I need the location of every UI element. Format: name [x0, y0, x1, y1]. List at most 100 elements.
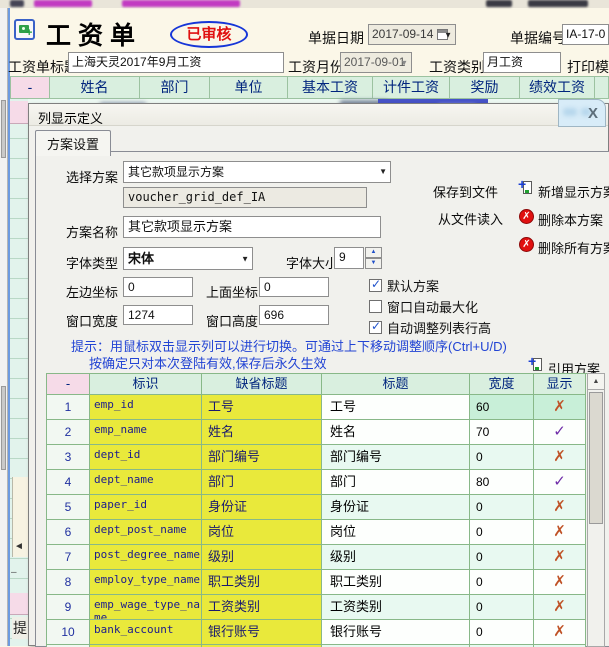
- column-table-row[interactable]: 2emp_name姓名姓名70✓: [47, 420, 587, 445]
- delete-all-schemes-button[interactable]: 删除所有方案: [538, 238, 609, 257]
- delete-scheme-button[interactable]: 删除本方案: [538, 210, 603, 229]
- column-table-row[interactable]: 10bank_account银行账号银行账号0✗: [47, 620, 587, 645]
- default-title-cell[interactable]: 银行账号: [202, 620, 322, 645]
- delete-scheme-icon[interactable]: ✗: [519, 209, 534, 224]
- ref-scheme-icon[interactable]: +: [529, 357, 544, 372]
- show-cross-icon[interactable]: ✗: [534, 445, 586, 470]
- show-cross-icon[interactable]: ✗: [534, 495, 586, 520]
- read-from-file-button[interactable]: 从文件读入: [438, 209, 503, 228]
- width-cell[interactable]: 0: [470, 595, 534, 620]
- title-cell[interactable]: 部门编号: [322, 445, 470, 470]
- show-cross-icon[interactable]: ✗: [534, 620, 586, 645]
- field-id-cell[interactable]: emp_name: [90, 420, 202, 445]
- scrollbar-thumb[interactable]: [1, 100, 6, 158]
- title-cell[interactable]: 工资类别: [322, 595, 470, 620]
- field-id-cell[interactable]: employ_type_name: [90, 570, 202, 595]
- field-id-cell[interactable]: dept_post_name: [90, 520, 202, 545]
- title-cell[interactable]: 岗位: [322, 520, 470, 545]
- title-cell[interactable]: 银行账号: [322, 620, 470, 645]
- scroll-up-icon[interactable]: ▲: [588, 374, 604, 390]
- field-id-cell[interactable]: emp_id: [90, 395, 202, 420]
- add-scheme-button[interactable]: 新增显示方案: [538, 182, 609, 201]
- field-id-cell[interactable]: emp_wage_type_name: [90, 595, 202, 620]
- column-table-row[interactable]: 6dept_post_name岗位岗位0✗: [47, 520, 587, 545]
- tab-scheme-settings[interactable]: 方案设置: [35, 130, 111, 156]
- show-cross-icon[interactable]: ✗: [534, 545, 586, 570]
- column-table-row[interactable]: 3dept_id部门编号部门编号0✗: [47, 445, 587, 470]
- field-id-cell[interactable]: post_degree_name: [90, 545, 202, 570]
- scheme-name-field[interactable]: 其它款项显示方案: [123, 216, 381, 238]
- row-number-cell[interactable]: 9: [47, 595, 90, 620]
- show-check-icon[interactable]: ✓: [534, 420, 586, 445]
- top-coord-field[interactable]: 0: [259, 277, 329, 297]
- row-number-cell[interactable]: 5: [47, 495, 90, 520]
- column-table-row[interactable]: 5paper_id身份证身份证0✗: [47, 495, 587, 520]
- chevron-down-icon[interactable]: ▼: [400, 53, 408, 72]
- default-title-cell[interactable]: 工资类别: [202, 595, 322, 620]
- column-table-row[interactable]: 4dept_name部门部门80✓: [47, 470, 587, 495]
- title-cell[interactable]: 姓名: [322, 420, 470, 445]
- show-cross-icon[interactable]: ✗: [534, 395, 586, 420]
- default-title-cell[interactable]: 级别: [202, 545, 322, 570]
- row-number-cell[interactable]: 4: [47, 470, 90, 495]
- scheme-select[interactable]: 其它款项显示方案 ▼: [123, 161, 391, 183]
- doc-date-field[interactable]: 2017-09-14 ▼: [368, 24, 456, 45]
- title-cell[interactable]: 工号: [322, 395, 470, 420]
- window-width-field[interactable]: 1274: [123, 305, 193, 325]
- scrollbar-thumb[interactable]: [589, 392, 603, 524]
- column-table-row[interactable]: 7post_degree_name级别级别0✗: [47, 545, 587, 570]
- left-coord-field[interactable]: 0: [123, 277, 193, 297]
- window-height-field[interactable]: 696: [259, 305, 329, 325]
- default-title-cell[interactable]: 职工类别: [202, 570, 322, 595]
- payroll-grid-header-cell[interactable]: 基本工资: [288, 76, 373, 99]
- field-id-cell[interactable]: bank_account: [90, 620, 202, 645]
- add-scheme-icon[interactable]: +: [519, 180, 534, 195]
- row-number-cell[interactable]: 10: [47, 620, 90, 645]
- auto-rowheight-checkbox[interactable]: ✓ 自动调整列表行高: [369, 318, 491, 337]
- window-left-scrollbar[interactable]: [0, 8, 8, 646]
- column-table-header-cell[interactable]: 宽度: [470, 374, 534, 395]
- stepper-down-icon[interactable]: ▼: [365, 258, 382, 269]
- width-cell[interactable]: 80: [470, 470, 534, 495]
- width-cell[interactable]: 0: [470, 545, 534, 570]
- doc-no-field[interactable]: IA-17-0: [562, 24, 609, 45]
- dialog-titlebar[interactable]: 列显示定义: [29, 104, 608, 126]
- default-title-cell[interactable]: 岗位: [202, 520, 322, 545]
- column-table-header-cell[interactable]: -: [47, 374, 90, 395]
- save-to-file-button[interactable]: 保存到文件: [433, 182, 498, 201]
- width-cell[interactable]: 0: [470, 495, 534, 520]
- scroll-left-arrow-icon[interactable]: ◄: [14, 541, 24, 552]
- payroll-grid-header-cell[interactable]: 绩效工资: [520, 76, 595, 99]
- column-table-header-cell[interactable]: 显示: [534, 374, 586, 395]
- column-table-scrollbar[interactable]: ▲: [587, 373, 605, 647]
- payroll-grid-header-cell[interactable]: -: [10, 76, 50, 99]
- row-number-cell[interactable]: 6: [47, 520, 90, 545]
- column-table-row[interactable]: 8employ_type_name职工类别职工类别0✗: [47, 570, 587, 595]
- column-table-row[interactable]: 9emp_wage_type_name工资类别工资类别0✗: [47, 595, 587, 620]
- show-cross-icon[interactable]: ✗: [534, 595, 586, 620]
- row-number-cell[interactable]: 3: [47, 445, 90, 470]
- default-title-cell[interactable]: 身份证: [202, 495, 322, 520]
- title-cell[interactable]: 职工类别: [322, 570, 470, 595]
- payroll-type-field[interactable]: 月工资: [483, 52, 561, 73]
- width-cell[interactable]: 0: [470, 445, 534, 470]
- show-cross-icon[interactable]: ✗: [534, 570, 586, 595]
- payroll-month-field[interactable]: 2017-09-01 ▼: [340, 52, 412, 73]
- row-number-cell[interactable]: 8: [47, 570, 90, 595]
- field-id-cell[interactable]: dept_id: [90, 445, 202, 470]
- default-scheme-checkbox[interactable]: ✓ 默认方案: [369, 276, 439, 295]
- column-table-header-cell[interactable]: 缺省标题: [202, 374, 322, 395]
- font-type-select[interactable]: 宋体 ▼: [123, 247, 253, 270]
- payroll-title-field[interactable]: 上海天灵2017年9月工资: [68, 52, 284, 73]
- column-table-row[interactable]: 1emp_id工号工号60✗: [47, 395, 587, 420]
- auto-maximize-checkbox[interactable]: ✓ 窗口自动最大化: [369, 297, 478, 316]
- title-cell[interactable]: 部门: [322, 470, 470, 495]
- font-size-stepper[interactable]: ▲ ▼: [365, 247, 382, 269]
- payroll-grid-header-cell[interactable]: 姓名: [50, 76, 140, 99]
- column-table-header-cell[interactable]: 标识: [90, 374, 202, 395]
- chevron-down-icon[interactable]: ▼: [379, 162, 387, 182]
- field-id-cell[interactable]: dept_name: [90, 470, 202, 495]
- font-size-field[interactable]: 9: [334, 247, 364, 269]
- default-title-cell[interactable]: 部门编号: [202, 445, 322, 470]
- chevron-down-icon[interactable]: ▼: [241, 248, 249, 269]
